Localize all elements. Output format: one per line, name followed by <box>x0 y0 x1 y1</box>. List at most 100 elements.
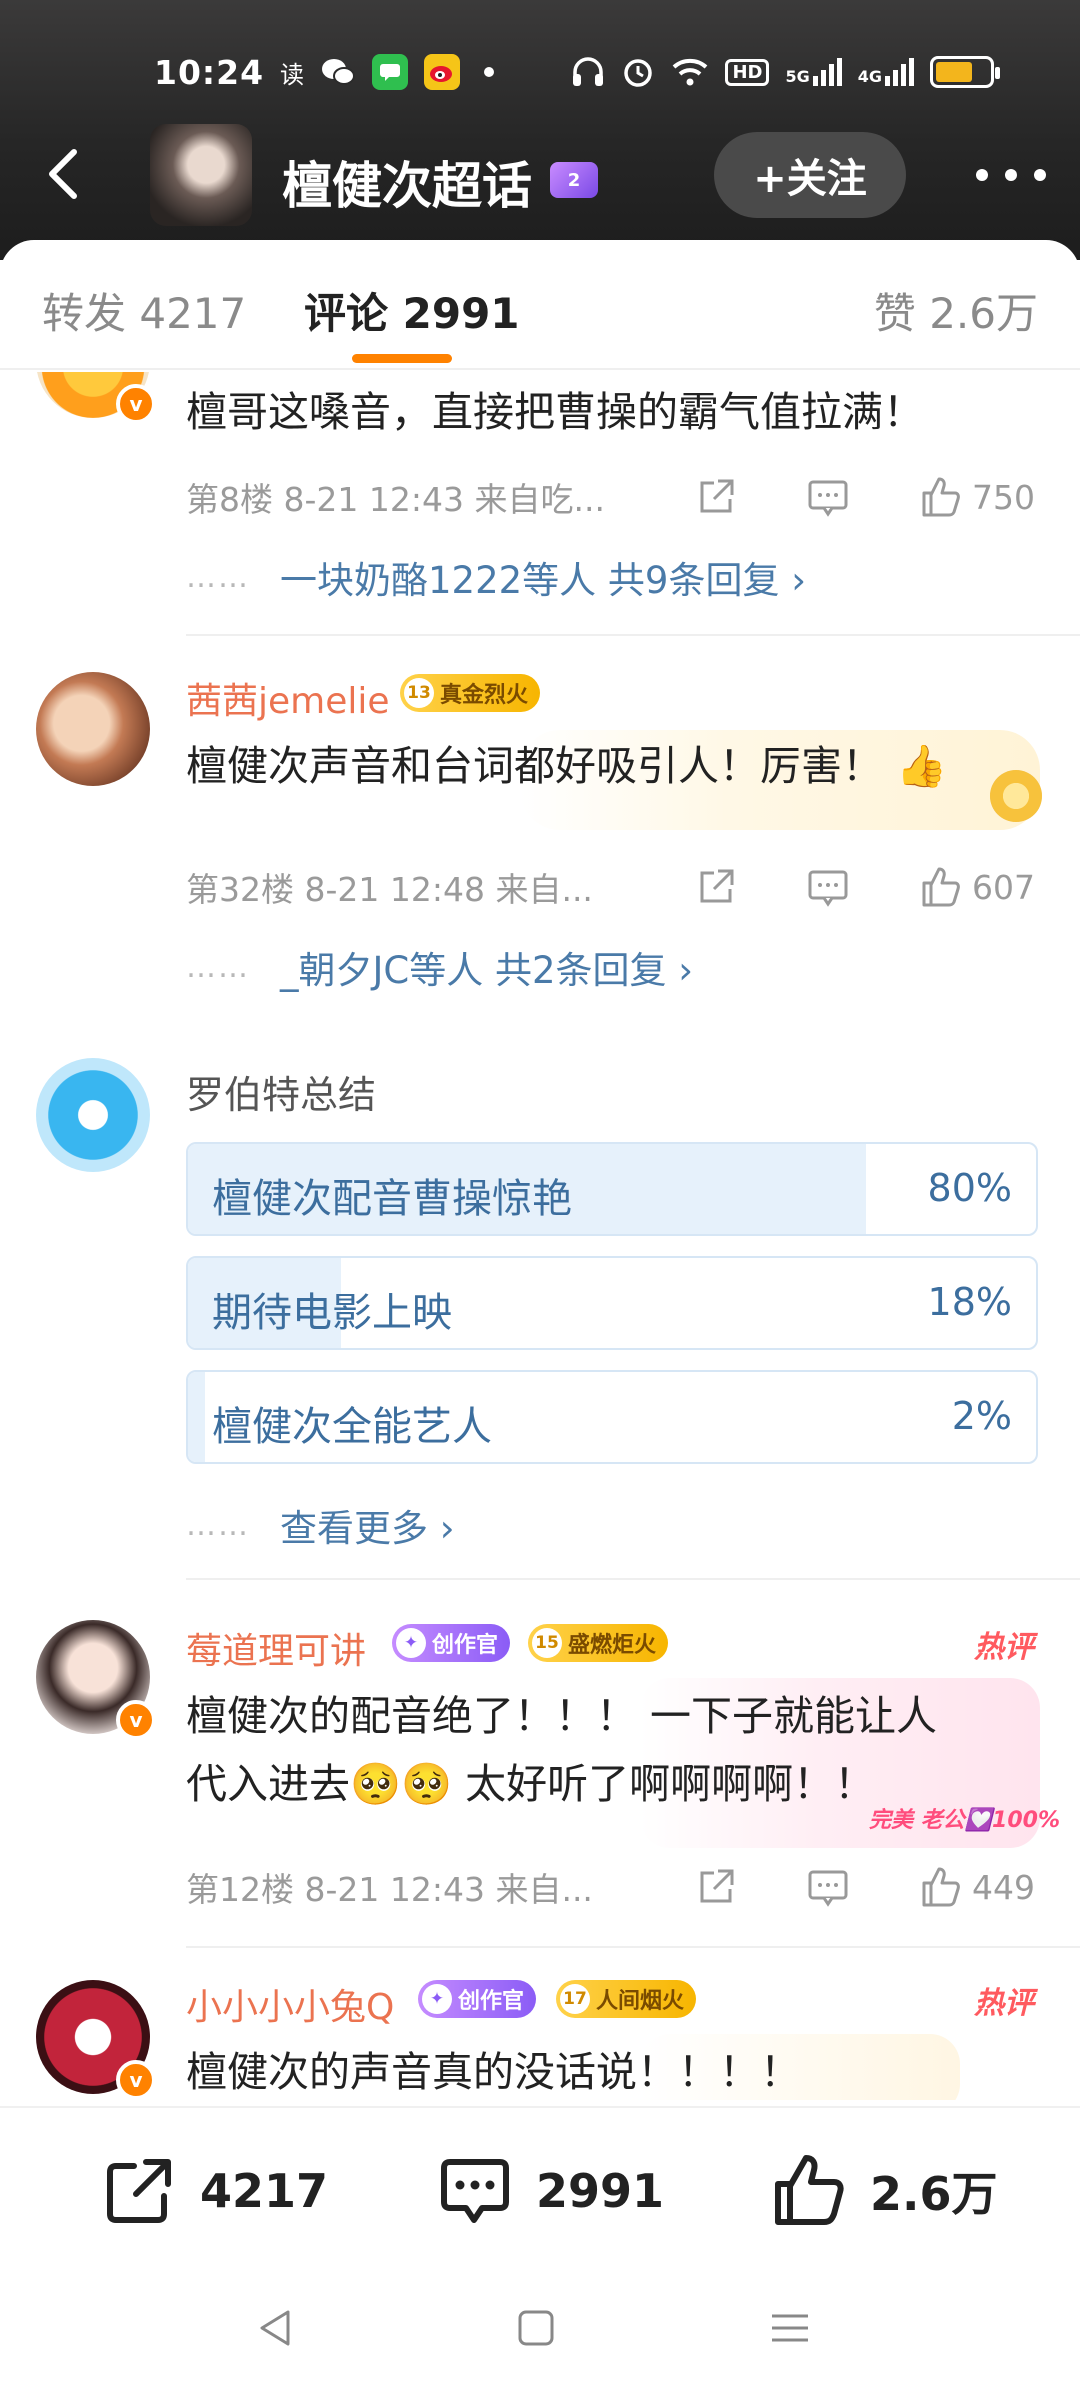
comment-count: 2991 <box>536 2164 665 2218</box>
system-icons: HD 5G 4G <box>571 55 1000 89</box>
verified-badge-icon: v <box>116 1700 156 1740</box>
reply-icon[interactable] <box>806 1865 850 1909</box>
comment-icon <box>441 2159 509 2223</box>
comment-info: 第12楼 8-21 12:43 来自... <box>186 1870 593 1909</box>
back-arrow-icon[interactable] <box>36 144 96 204</box>
tab-bar: 转发 4217 评论 2991 赞 2.6万 <box>0 240 1080 370</box>
divider <box>186 1578 1080 1580</box>
perfect-100-decoration: 完美 老公💟100% <box>868 1808 1060 1833</box>
top-header: 10:24 读 HD 5G 4G 檀健次超话 2 +关注 <box>0 0 1080 260</box>
like-main-button[interactable]: 2.6万 <box>770 2152 998 2230</box>
divider <box>186 1946 1080 1948</box>
poll-option[interactable]: 期待电影上映 18% <box>186 1256 1038 1350</box>
comment-text: 檀哥这嗓音，直接把曹操的霸气值拉满！ <box>186 388 924 436</box>
fan-level-badge: 15 盛燃炬火 <box>528 1624 669 1662</box>
poll-bar <box>188 1372 205 1462</box>
creator-badge: ✦ 创作官 <box>392 1624 511 1662</box>
username[interactable]: 茜茜jemelie <box>186 672 390 724</box>
repost-button[interactable]: 4217 <box>100 2152 328 2230</box>
battery-icon <box>930 56 1000 88</box>
dots-icon: …… <box>186 559 250 595</box>
system-nav-bar <box>0 2256 1080 2400</box>
username[interactable]: 莓道理可讲 <box>186 1622 366 1674</box>
topic-level-badge: 2 <box>550 162 598 198</box>
divider <box>186 634 1080 636</box>
dots-icon: …… <box>186 949 250 985</box>
nav-bar: 檀健次超话 2 +关注 <box>0 120 1080 230</box>
hot-comment-label: 热评 <box>974 1986 1034 2021</box>
comment-text: 檀健次的配音绝了！！！ 一下子就能让人 代入进去🥺🥺 太好听了啊啊啊啊！！ <box>186 1692 938 1808</box>
wechat-icon <box>320 54 356 90</box>
username[interactable]: 小小小小兔Q <box>186 1978 394 2030</box>
poll-option[interactable]: 檀健次全能艺人 2% <box>186 1370 1038 1464</box>
like-button[interactable]: 449 <box>918 1865 1035 1909</box>
like-total: 2.6万 <box>870 2167 998 2221</box>
nav-menu-icon[interactable] <box>768 2306 812 2350</box>
status-bar: 10:24 读 HD 5G 4G <box>0 40 1080 104</box>
comment-meta: 第12楼 8-21 12:43 来自... 449 <box>186 1862 1046 1912</box>
tab-active-indicator <box>352 354 452 363</box>
nav-home-icon[interactable] <box>514 2306 558 2350</box>
comment-feed[interactable]: v 檀哥这嗓音，直接把曹操的霸气值拉满！ 第8楼 8-21 12:43 来自吃.… <box>0 372 1080 2100</box>
thumbs-up-icon <box>775 2155 844 2225</box>
verified-badge-icon: v <box>116 2060 156 2100</box>
fan-level-badge: 13 真金烈火 <box>400 674 541 712</box>
like-count: 607 <box>972 867 1035 907</box>
comment-button[interactable]: 2991 <box>436 2152 664 2230</box>
thumbs-up-emoji-icon: 👍 <box>896 742 948 790</box>
fan-level-badge: 17 人间烟火 <box>556 1980 697 2018</box>
verified-badge-icon: v <box>116 384 156 424</box>
reply-summary[interactable]: …… 一块奶酪1222等人 共9条回复 › <box>186 550 806 604</box>
wifi-icon <box>673 58 708 86</box>
summary-author: 罗伯特总结 <box>186 1073 377 1117</box>
avatar[interactable]: v <box>36 372 156 424</box>
reply-icon[interactable] <box>806 475 850 519</box>
dot-indicator <box>484 67 494 77</box>
like-count: 750 <box>972 477 1035 517</box>
follow-button[interactable]: +关注 <box>714 132 906 218</box>
status-time: 10:24 <box>154 52 265 92</box>
more-options-icon[interactable] <box>976 150 1046 200</box>
comment-info: 第8楼 8-21 12:43 来自吃... <box>186 480 605 519</box>
gold-medal-icon <box>990 770 1042 822</box>
message-icon <box>372 54 408 90</box>
reply-summary[interactable]: …… _朝夕JC等人 共2条回复 › <box>186 940 693 994</box>
comment-meta: 第8楼 8-21 12:43 来自吃... 750 <box>186 472 1046 522</box>
comment-meta: 第32楼 8-21 12:48 来自... 607 <box>186 862 1046 912</box>
page-title: 檀健次超话 <box>282 157 532 215</box>
tab-reposts[interactable]: 转发 4217 <box>42 280 246 341</box>
notification-icons: 读 <box>280 54 494 90</box>
dots-icon: …… <box>186 1507 250 1543</box>
tab-likes[interactable]: 赞 2.6万 <box>874 280 1038 341</box>
tab-comments[interactable]: 评论 2991 <box>304 280 520 341</box>
headphones-icon <box>573 57 604 86</box>
share-icon[interactable] <box>694 1865 738 1909</box>
alarm-icon <box>624 59 653 87</box>
see-more-link[interactable]: …… 查看更多 › <box>186 1498 455 1552</box>
share-icon[interactable] <box>694 475 738 519</box>
nav-back-icon[interactable] <box>254 2306 298 2350</box>
share-icon[interactable] <box>694 865 738 909</box>
signal-4g-icon: 4G <box>858 58 914 86</box>
bottom-action-bar: 4217 2991 2.6万 <box>0 2106 1080 2256</box>
creator-badge: ✦ 创作官 <box>418 1980 537 2018</box>
avatar[interactable]: v <box>36 1620 156 1740</box>
signal-5g-icon: 5G <box>785 58 842 86</box>
repost-icon <box>107 2159 171 2223</box>
hot-comment-label: 热评 <box>974 1630 1034 1665</box>
comment-info: 第32楼 8-21 12:48 来自... <box>186 870 593 909</box>
read-icon: 读 <box>280 60 304 89</box>
robot-avatar[interactable] <box>36 1058 150 1172</box>
avatar[interactable] <box>36 672 150 786</box>
reply-icon[interactable] <box>806 865 850 909</box>
avatar[interactable]: v <box>36 1980 156 2100</box>
comment-text: 檀健次的声音真的没话说！！！！ <box>186 2048 801 2096</box>
like-button[interactable]: 607 <box>918 865 1035 909</box>
poll-option[interactable]: 檀健次配音曹操惊艳 80% <box>186 1142 1038 1236</box>
like-button[interactable]: 750 <box>918 475 1035 519</box>
comment-text: 檀健次声音和台词都好吸引人！厉害！ 👍 <box>186 742 948 790</box>
like-count: 449 <box>972 1867 1035 1907</box>
topic-avatar[interactable] <box>150 124 252 226</box>
repost-count: 4217 <box>200 2164 329 2218</box>
weibo-icon <box>424 54 460 90</box>
